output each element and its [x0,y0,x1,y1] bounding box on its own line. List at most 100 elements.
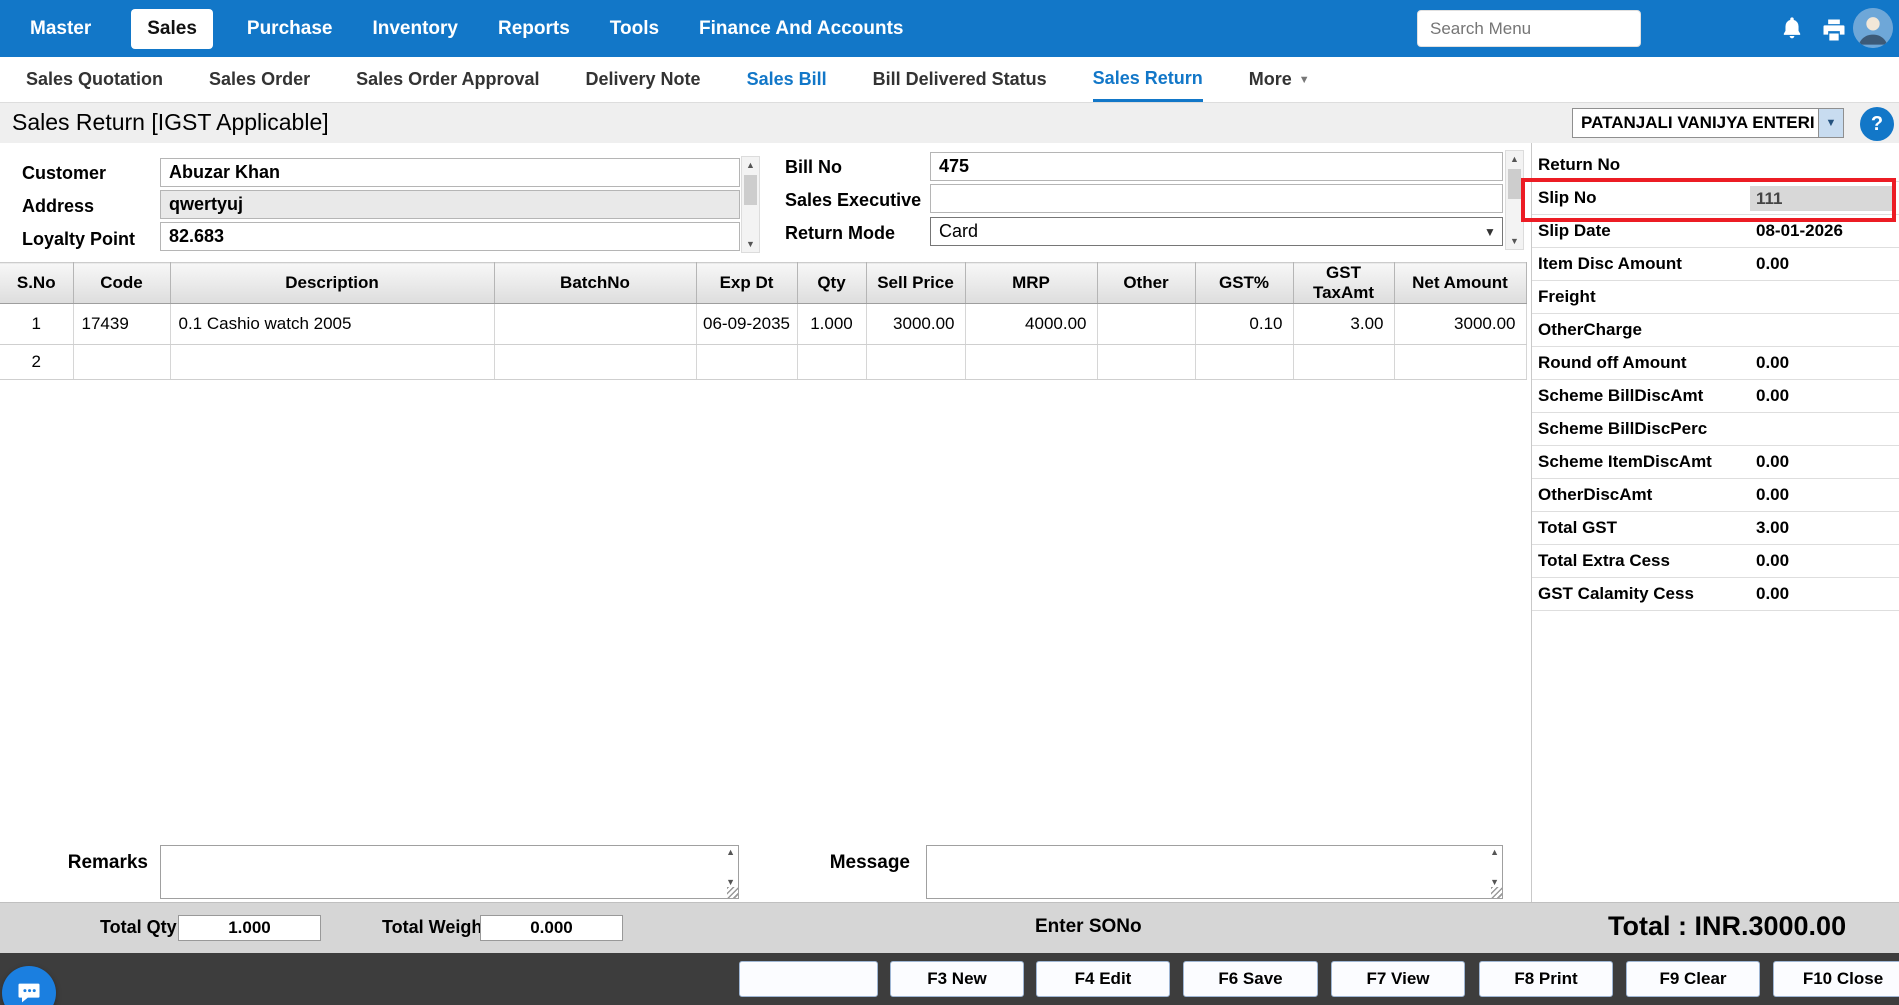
f6-save-button[interactable]: F6 Save [1183,961,1318,997]
customer-label: Customer [22,163,106,184]
form-right-scrollbar[interactable]: ▲ ▼ [1505,150,1524,250]
total-gst-value[interactable]: 3.00 [1756,518,1789,538]
menu-purchase[interactable]: Purchase [247,18,333,40]
item-disc-amount-value[interactable]: 0.00 [1756,254,1789,274]
scroll-down-icon[interactable]: ▼ [742,236,759,252]
total-qty-input[interactable] [178,915,321,941]
company-select[interactable]: PATANJALI VANIJYA ENTERI ▼ [1572,108,1844,138]
total-qty-label: Total Qty [100,917,177,938]
cell-other[interactable] [1097,345,1195,380]
total-weight-input[interactable] [480,915,623,941]
summary-panel: Return No Slip No 111 Slip Date 08-01-20… [1531,143,1899,902]
cell-description[interactable]: 0.1 Cashio watch 2005 [170,304,494,345]
cell-sno[interactable]: 2 [0,345,73,380]
cell-sell-price[interactable]: 3000.00 [866,304,965,345]
total-extra-cess-value[interactable]: 0.00 [1756,551,1789,571]
cell-gst-taxamt[interactable] [1293,345,1394,380]
loyalty-point-input[interactable] [160,222,740,251]
col-code: Code [73,263,170,304]
scroll-down-icon[interactable]: ▼ [1506,233,1523,249]
cell-code[interactable] [73,345,170,380]
f9-clear-button[interactable]: F9 Clear [1626,961,1760,997]
round-off-value[interactable]: 0.00 [1756,353,1789,373]
otherdiscamt-value[interactable]: 0.00 [1756,485,1789,505]
menu-tools[interactable]: Tools [610,18,659,40]
cell-mrp[interactable]: 4000.00 [965,304,1097,345]
cell-qty[interactable]: 1.000 [797,304,866,345]
scrollbar-thumb[interactable] [744,175,757,205]
scheme-itemdiscamt-value[interactable]: 0.00 [1756,452,1789,472]
scroll-down-icon[interactable]: ▼ [1490,877,1499,887]
return-mode-select[interactable]: Card ▼ [930,217,1503,246]
cell-gst-pct[interactable]: 0.10 [1195,304,1293,345]
remarks-textarea[interactable] [160,845,739,899]
cell-net-amount[interactable]: 3000.00 [1394,304,1526,345]
tab-sales-return[interactable]: Sales Return [1093,57,1203,102]
tab-sales-quotation[interactable]: Sales Quotation [26,57,163,102]
help-icon[interactable]: ? [1860,107,1894,141]
message-textarea[interactable] [926,845,1503,899]
cell-qty[interactable] [797,345,866,380]
scroll-up-icon[interactable]: ▲ [742,157,759,173]
f10-close-button[interactable]: F10 Close [1773,961,1899,997]
cell-gst-pct[interactable] [1195,345,1293,380]
bill-no-input[interactable] [930,152,1503,181]
slip-date-value[interactable]: 08-01-2026 [1756,221,1843,241]
blank-button[interactable] [739,961,878,997]
enter-sono-label: Enter SONo [1035,916,1142,938]
printer-icon[interactable] [1820,16,1848,44]
address-input[interactable] [160,190,740,219]
menu-sales[interactable]: Sales [131,9,213,49]
form-left-scrollbar[interactable]: ▲ ▼ [741,156,760,253]
col-sell-price: Sell Price [866,263,965,304]
return-no-label: Return No [1538,155,1620,175]
cell-exp-dt[interactable] [696,345,797,380]
tab-sales-bill[interactable]: Sales Bill [747,57,827,102]
tab-more[interactable]: More ▼ [1249,57,1310,102]
cell-net-amount[interactable] [1394,345,1526,380]
chevron-down-icon: ▼ [1818,109,1843,137]
resize-grip-icon[interactable] [727,887,738,898]
summary-row-otherdiscamt: OtherDiscAmt 0.00 [1532,479,1899,512]
cell-batchno[interactable] [494,345,696,380]
top-menu-bar: Master Sales Purchase Inventory Reports … [0,0,1899,57]
tab-bill-delivered-status[interactable]: Bill Delivered Status [873,57,1047,102]
sales-executive-input[interactable] [930,184,1503,213]
cell-code[interactable]: 17439 [73,304,170,345]
cell-other[interactable] [1097,304,1195,345]
scroll-up-icon[interactable]: ▲ [1490,847,1499,857]
cell-batchno[interactable] [494,304,696,345]
menu-finance-and-accounts[interactable]: Finance And Accounts [699,18,903,40]
scroll-up-icon[interactable]: ▲ [1506,151,1523,167]
menu-reports[interactable]: Reports [498,18,570,40]
scroll-up-icon[interactable]: ▲ [726,847,735,857]
cell-mrp[interactable] [965,345,1097,380]
search-input[interactable] [1417,10,1641,47]
f8-print-button[interactable]: F8 Print [1479,961,1613,997]
cell-exp-dt[interactable]: 06-09-2035 [696,304,797,345]
menu-inventory[interactable]: Inventory [372,18,458,40]
cell-sno[interactable]: 1 [0,304,73,345]
resize-grip-icon[interactable] [1491,887,1502,898]
f4-edit-button[interactable]: F4 Edit [1036,961,1170,997]
cell-gst-taxamt[interactable]: 3.00 [1293,304,1394,345]
cell-description[interactable] [170,345,494,380]
f7-view-button[interactable]: F7 View [1331,961,1465,997]
tab-delivery-note[interactable]: Delivery Note [586,57,701,102]
menu-master[interactable]: Master [30,18,91,40]
bell-icon[interactable] [1778,15,1806,43]
message-container: ▲ ▼ [926,845,1503,899]
tab-sales-order[interactable]: Sales Order [209,57,310,102]
scroll-down-icon[interactable]: ▼ [726,877,735,887]
user-avatar[interactable] [1853,8,1893,48]
scrollbar-thumb[interactable] [1508,169,1521,199]
f3-new-button[interactable]: F3 New [890,961,1024,997]
tab-sales-order-approval[interactable]: Sales Order Approval [356,57,539,102]
cell-sell-price[interactable] [866,345,965,380]
table-row: 1 17439 0.1 Cashio watch 2005 06-09-2035… [0,304,1526,345]
scheme-billdiscamt-value[interactable]: 0.00 [1756,386,1789,406]
summary-row-slip-date: Slip Date 08-01-2026 [1532,215,1899,248]
gst-calamity-cess-value[interactable]: 0.00 [1756,584,1789,604]
customer-input[interactable] [160,158,740,187]
slip-no-value[interactable]: 111 [1750,186,1892,211]
